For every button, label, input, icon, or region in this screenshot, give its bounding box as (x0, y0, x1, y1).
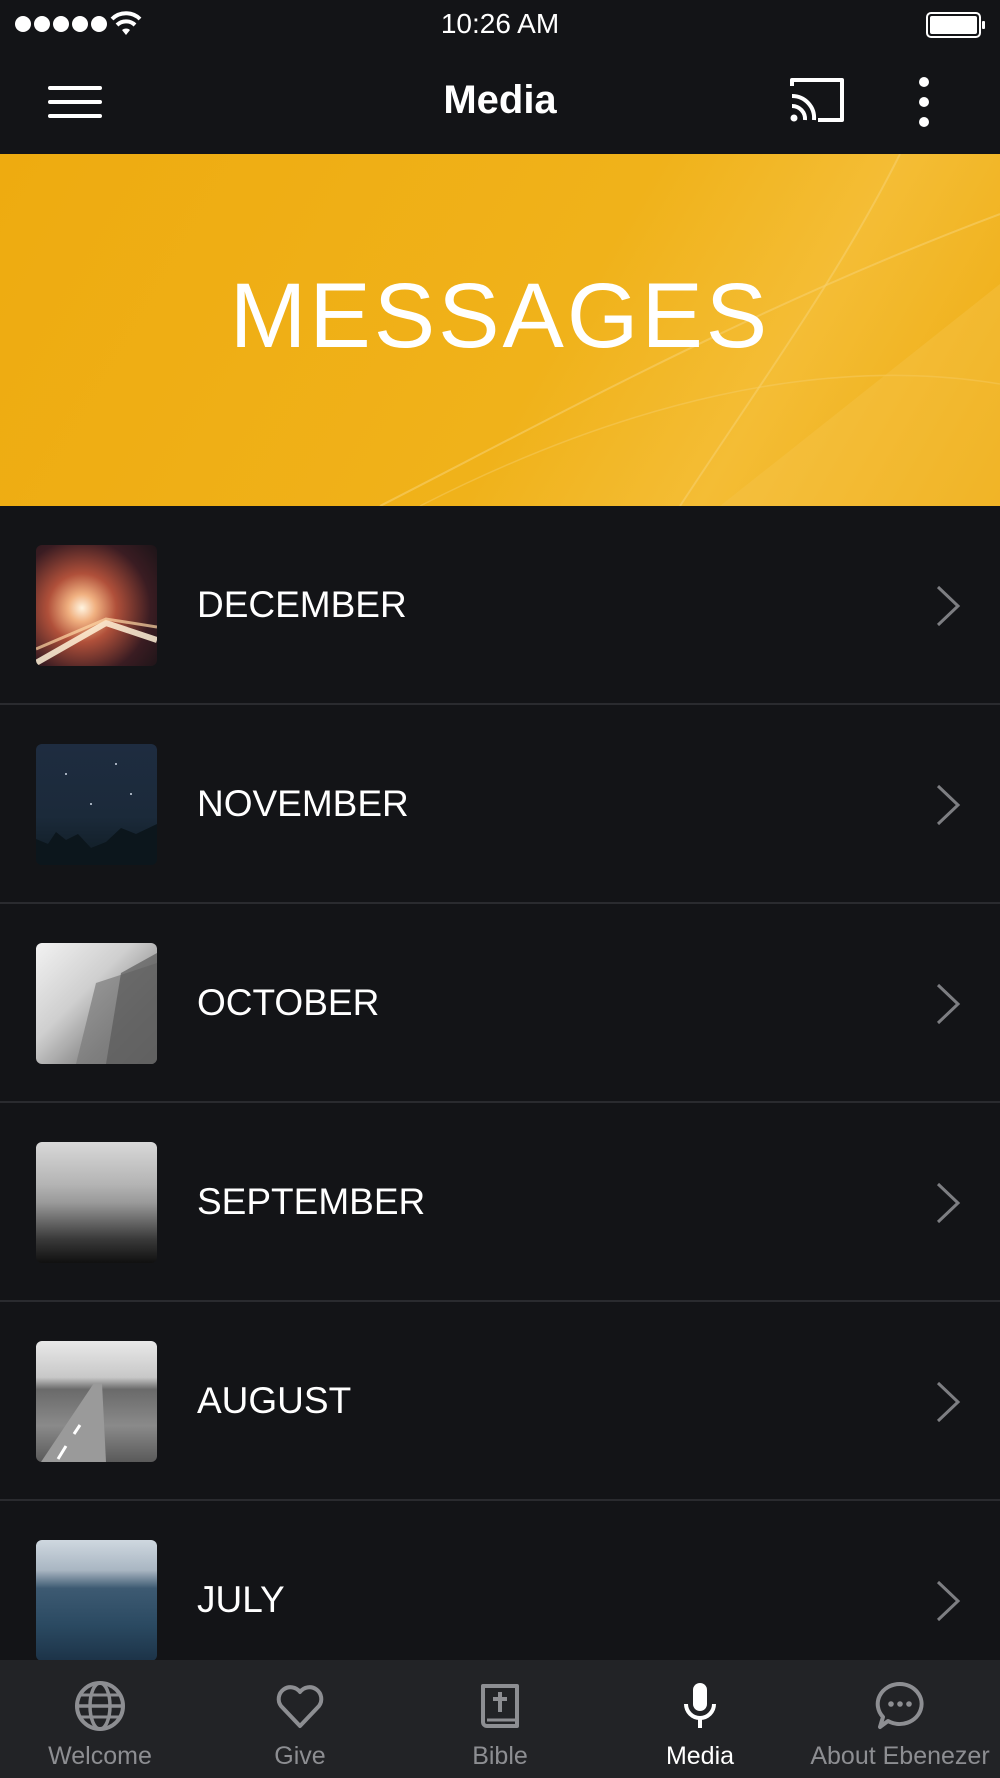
chevron-right-icon (936, 1182, 961, 1224)
series-thumbnail (36, 1142, 157, 1263)
more-options-button[interactable] (910, 74, 938, 130)
list-item-label: NOVEMBER (197, 783, 409, 824)
cast-icon (790, 78, 844, 122)
message-series-list: DECEMBER NOVEMBER OCTOBER SEPTEMBER AUGU… (0, 506, 1000, 1700)
banner-title: MESSAGES (229, 265, 771, 367)
tab-label: Media (665, 1742, 735, 1770)
chevron-right-icon (936, 1381, 961, 1423)
list-item-label: OCTOBER (197, 982, 380, 1023)
messages-banner: MESSAGES (0, 154, 1000, 506)
status-time: 10:26 AM (440, 8, 560, 39)
tab-welcome[interactable]: Welcome (0, 1660, 200, 1778)
list-item-label: AUGUST (197, 1380, 352, 1421)
list-item-label: DECEMBER (197, 584, 407, 625)
series-thumbnail (36, 1540, 157, 1661)
tab-bible[interactable]: Bible (400, 1660, 600, 1778)
battery-icon (926, 12, 985, 38)
list-item-september[interactable]: SEPTEMBER (0, 1103, 1000, 1302)
tab-label: Bible (472, 1742, 528, 1770)
list-item-august[interactable]: AUGUST (0, 1302, 1000, 1501)
list-item-december[interactable]: DECEMBER (0, 506, 1000, 705)
chat-bubble-icon (875, 1681, 924, 1729)
chevron-right-icon (936, 784, 961, 826)
list-item-label: SEPTEMBER (197, 1181, 426, 1222)
chevron-right-icon (936, 585, 961, 627)
chevron-right-icon (936, 983, 961, 1025)
heart-icon (276, 1685, 324, 1728)
globe-icon (75, 1681, 125, 1731)
page-title: Media (443, 78, 557, 122)
series-thumbnail (36, 744, 157, 865)
status-bar: 10:26 AM (0, 0, 1000, 50)
tab-label: About Ebenezer (810, 1742, 990, 1770)
tab-about-ebenezer[interactable]: About Ebenezer (800, 1660, 1000, 1778)
tab-media[interactable]: Media (600, 1660, 800, 1778)
series-thumbnail (36, 545, 157, 666)
list-item-label: JULY (197, 1579, 285, 1620)
media-screen: 10:26 AM Media MESSAGES DECEMBER NOVEMBE… (0, 0, 1000, 1778)
bottom-tab-bar: Welcome Give Bible Media About Ebenezer (0, 1660, 1000, 1778)
tab-label: Welcome (48, 1742, 152, 1770)
list-item-october[interactable]: OCTOBER (0, 904, 1000, 1103)
bible-icon (481, 1684, 519, 1728)
series-thumbnail (36, 943, 157, 1064)
tab-label: Give (274, 1742, 326, 1770)
list-item-november[interactable]: NOVEMBER (0, 705, 1000, 904)
nav-bar: Media (0, 50, 1000, 154)
more-vertical-icon (919, 77, 929, 127)
cast-button[interactable] (788, 76, 846, 126)
microphone-icon (684, 1683, 716, 1728)
chevron-right-icon (936, 1580, 961, 1622)
series-thumbnail (36, 1341, 157, 1462)
tab-give[interactable]: Give (200, 1660, 400, 1778)
